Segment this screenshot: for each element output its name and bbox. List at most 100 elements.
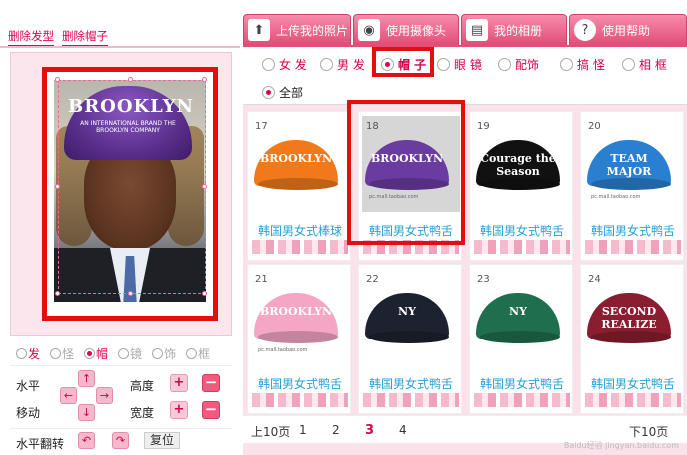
item-title[interactable]: 韩国男女式棒球 bbox=[248, 222, 350, 239]
move-left-button[interactable]: ← bbox=[60, 387, 77, 404]
hat-brim bbox=[258, 178, 338, 190]
horizontal-label: 水平 bbox=[16, 379, 41, 393]
filter-funny[interactable]: 搞 怪 bbox=[560, 56, 605, 73]
page-link[interactable]: 4 bbox=[399, 423, 407, 437]
item-title[interactable]: 韩国男女式鸭舌 bbox=[470, 222, 572, 239]
next-10-pages-link[interactable]: 下10页 bbox=[629, 423, 668, 440]
move-right-button[interactable]: → bbox=[96, 387, 113, 404]
tab-underline bbox=[243, 45, 687, 47]
radio-circle-icon bbox=[437, 58, 450, 71]
item-number: 23 bbox=[477, 274, 490, 285]
move-down-button[interactable]: ↓ bbox=[78, 404, 95, 421]
resize-handle[interactable] bbox=[128, 291, 133, 296]
tab-upload-photo[interactable]: ⬆ 上传我的照片 bbox=[243, 14, 351, 46]
radio-hat[interactable]: 帽 bbox=[84, 345, 108, 362]
resize-handle[interactable] bbox=[55, 77, 60, 82]
hat-logo-text: Courage the Season bbox=[480, 152, 556, 178]
hat-logo-text: NY bbox=[398, 305, 416, 318]
pixelated-price bbox=[363, 393, 459, 407]
filter-highlight-box bbox=[372, 47, 434, 77]
hat-card[interactable]: SECOND REALIZE 24 韩国男女式鸭舌 bbox=[580, 264, 684, 414]
hat-brim bbox=[480, 178, 560, 190]
item-title[interactable]: 韩国男女式鸭舌 bbox=[581, 375, 683, 392]
hat-logo-text: BROOKLYN bbox=[259, 152, 333, 165]
pixelated-price bbox=[474, 393, 570, 407]
selected-card-highlight bbox=[347, 100, 465, 245]
radio-accessory[interactable]: 饰 bbox=[152, 345, 176, 362]
width-minus-button[interactable]: − bbox=[202, 401, 220, 419]
hat-brim bbox=[591, 178, 671, 190]
item-title[interactable]: 韩国男女式鸭舌 bbox=[248, 375, 350, 392]
radio-circle-icon bbox=[262, 86, 275, 99]
radio-glasses[interactable]: 镜 bbox=[118, 345, 142, 362]
radio-circle-icon bbox=[498, 58, 511, 71]
delete-hair-link[interactable]: 删除发型 bbox=[8, 28, 54, 46]
item-title[interactable]: 韩国男女式鸭舌 bbox=[359, 375, 461, 392]
reset-button[interactable]: 复位 bbox=[144, 432, 180, 449]
pixelated-price bbox=[252, 393, 348, 407]
height-plus-button[interactable]: + bbox=[170, 374, 188, 392]
pixelated-price bbox=[585, 240, 681, 254]
flip-left-button[interactable]: ↶ bbox=[78, 432, 95, 449]
filter-female-hair[interactable]: 女 发 bbox=[262, 56, 307, 73]
thumbnail-watermark: pc.mall.taobao.com bbox=[591, 194, 641, 200]
filter-frames[interactable]: 相 框 bbox=[622, 56, 667, 73]
width-plus-button[interactable]: + bbox=[170, 401, 188, 419]
page-link[interactable]: 2 bbox=[332, 423, 340, 437]
filter-male-hair[interactable]: 男 发 bbox=[320, 56, 365, 73]
flip-right-button[interactable]: ↷ bbox=[112, 432, 129, 449]
hat-brim bbox=[369, 331, 449, 343]
user-photo[interactable]: BROOKLYN AN INTERNATIONAL BRAND THE BROO… bbox=[54, 80, 206, 302]
item-title[interactable]: 韩国男女式鸭舌 bbox=[581, 222, 683, 239]
tab-help[interactable]: ? 使用帮助 bbox=[569, 14, 687, 46]
pixelated-price bbox=[474, 240, 570, 254]
resize-handle[interactable] bbox=[202, 184, 207, 189]
radio-circle-icon bbox=[186, 348, 198, 359]
radio-circle-icon bbox=[152, 348, 164, 359]
divider bbox=[0, 46, 240, 48]
radio-circle-icon bbox=[320, 58, 333, 71]
pixelated-price bbox=[252, 240, 348, 254]
hat-logo-text: BROOKLYN bbox=[259, 305, 333, 318]
current-page[interactable]: 3 bbox=[365, 423, 374, 438]
move-up-button[interactable]: ↑ bbox=[78, 370, 95, 387]
hat-logo-text: NY bbox=[509, 305, 527, 318]
filter-glasses[interactable]: 眼 镜 bbox=[437, 56, 482, 73]
delete-hat-link[interactable]: 删除帽子 bbox=[62, 28, 108, 46]
hat-card[interactable]: NY 23 韩国男女式鸭舌 bbox=[469, 264, 573, 414]
site-watermark: Baidu经验 jingyan.baidu.com bbox=[563, 441, 679, 450]
tab-use-camera[interactable]: ◉ 使用摄像头 bbox=[353, 14, 459, 46]
resize-handle[interactable] bbox=[128, 77, 133, 82]
radio-frame[interactable]: 框 bbox=[186, 345, 210, 362]
radio-funny[interactable]: 怪 bbox=[50, 345, 74, 362]
resize-handle[interactable] bbox=[202, 291, 207, 296]
hat-card[interactable]: Courage the Season 19 韩国男女式鸭舌 bbox=[469, 111, 573, 261]
hat-card[interactable]: NY 22 韩国男女式鸭舌 bbox=[358, 264, 462, 414]
radio-hair[interactable]: 发 bbox=[16, 345, 40, 362]
prev-10-pages-link[interactable]: 上10页 bbox=[251, 423, 290, 440]
hat-card[interactable]: BROOKLYN 17 韩国男女式棒球 bbox=[247, 111, 351, 261]
pixelated-price bbox=[585, 393, 681, 407]
help-icon: ? bbox=[574, 19, 596, 41]
width-label: 宽度 bbox=[130, 406, 155, 420]
resize-handle[interactable] bbox=[55, 291, 60, 296]
item-number: 19 bbox=[477, 121, 490, 132]
radio-circle-icon bbox=[84, 348, 96, 359]
radio-circle-icon bbox=[118, 348, 130, 359]
tab-my-album[interactable]: ▤ 我的相册 bbox=[461, 14, 567, 46]
height-minus-button[interactable]: − bbox=[202, 374, 220, 392]
resize-handle[interactable] bbox=[202, 77, 207, 82]
hat-logo-text: SECOND REALIZE bbox=[601, 305, 657, 331]
item-number: 21 bbox=[255, 274, 268, 285]
filter-all[interactable]: 全部 bbox=[262, 84, 303, 101]
filter-accessories[interactable]: 配饰 bbox=[498, 56, 539, 73]
item-title[interactable]: 韩国男女式鸭舌 bbox=[470, 375, 572, 392]
hat-card[interactable]: BROOKLYN pc.mall.taobao.com 21 韩国男女式鸭舌 bbox=[247, 264, 351, 414]
delete-links: 删除发型 删除帽子 bbox=[8, 28, 108, 46]
page-link[interactable]: 1 bbox=[299, 423, 307, 437]
thumbnail-watermark: pc.mall.taobao.com bbox=[258, 347, 308, 353]
hat-subtext: AN INTERNATIONAL BRAND THE BROOKLYN COMP… bbox=[80, 120, 176, 134]
layer-radio-group: 发 怪 帽 镜 饰 框 bbox=[16, 345, 210, 362]
resize-handle[interactable] bbox=[55, 184, 60, 189]
hat-card[interactable]: TEAM MAJOR pc.mall.taobao.com 20 韩国男女式鸭舌 bbox=[580, 111, 684, 261]
